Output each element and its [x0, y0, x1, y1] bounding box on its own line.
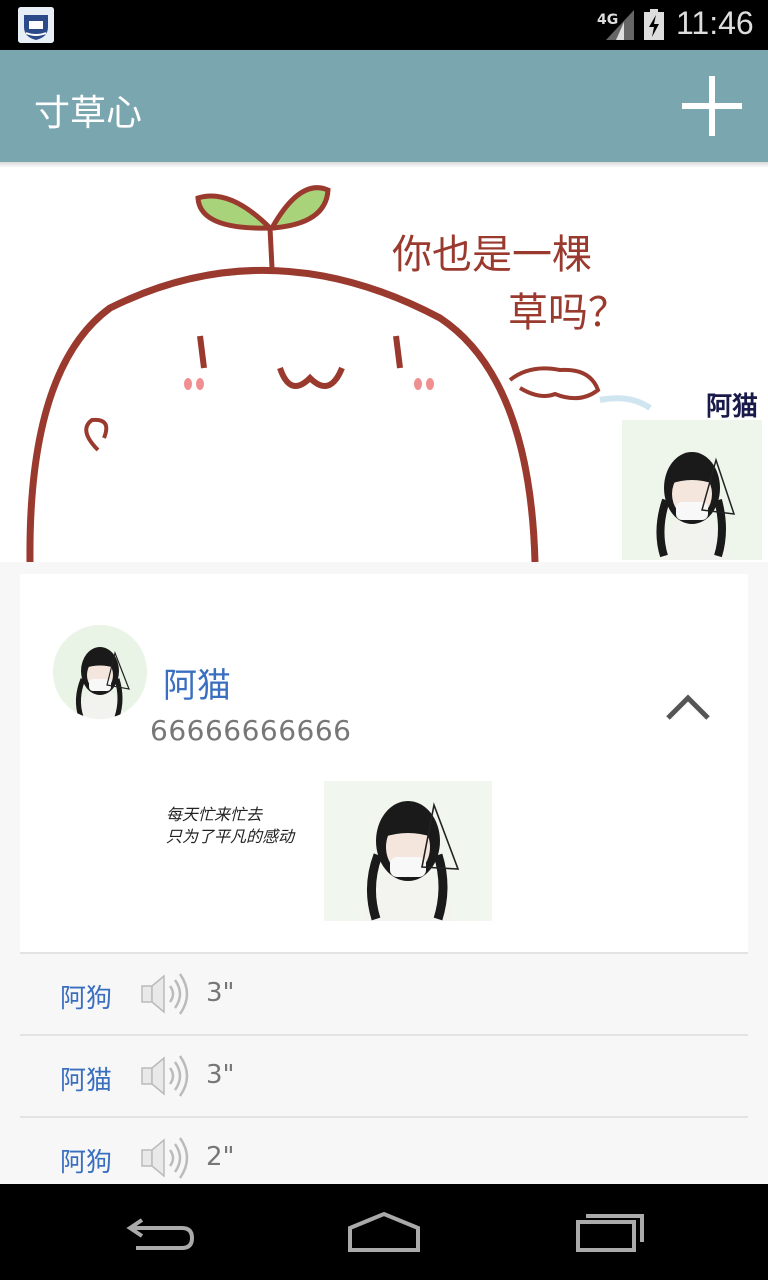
plus-icon[interactable]	[680, 76, 744, 136]
home-icon[interactable]	[344, 1208, 424, 1256]
voice-sender[interactable]: 阿狗	[60, 978, 112, 1015]
voice-duration: 2"	[206, 1142, 235, 1172]
app-bar: 寸草心	[0, 50, 768, 162]
speaker-icon[interactable]	[140, 968, 192, 1020]
voice-duration: 3"	[206, 1060, 235, 1090]
app-logo-icon	[18, 7, 54, 43]
post-image-handwriting[interactable]: 每天忙来忙去 只为了平凡的感动	[150, 780, 300, 920]
cover-avatar[interactable]	[622, 420, 762, 560]
page-title: 寸草心	[34, 93, 143, 134]
voice-message-row[interactable]: 阿狗 2"	[20, 1116, 748, 1184]
chevron-up-icon[interactable]	[664, 692, 712, 722]
voice-sender[interactable]: 阿狗	[60, 1142, 112, 1179]
post-text: 66666666666	[150, 714, 352, 747]
signal-icon	[606, 10, 634, 40]
voice-message-row[interactable]: 阿猫 3"	[20, 1034, 748, 1114]
post-image-photo[interactable]	[324, 781, 492, 921]
voice-duration: 3"	[206, 978, 235, 1008]
speaker-icon[interactable]	[140, 1132, 192, 1184]
system-nav-bar	[0, 1184, 768, 1280]
speech-text-line1: 你也是一棵	[392, 232, 592, 278]
handwriting-line1: 每天忙来忙去	[166, 805, 263, 824]
feed: 阿猫 66666666666 每天忙来忙去 只为了平凡的感动 阿狗 3" 阿猫 …	[0, 562, 768, 1184]
status-time: 11:46	[676, 5, 754, 41]
back-icon[interactable]	[122, 1208, 202, 1256]
voice-message-row[interactable]: 阿狗 3"	[20, 952, 748, 1032]
cover-image: 你也是一棵 草吗？ 阿猫	[0, 168, 768, 562]
speaker-icon[interactable]	[140, 1050, 192, 1102]
recents-icon[interactable]	[572, 1208, 652, 1256]
post-author[interactable]: 阿猫	[163, 658, 231, 707]
status-bar: 4G 11:46	[0, 0, 768, 50]
voice-sender[interactable]: 阿猫	[60, 1060, 112, 1097]
cover-user-name: 阿猫	[705, 392, 758, 422]
speech-text-line2: 草吗？	[508, 290, 628, 336]
battery-charging-icon	[644, 9, 664, 40]
handwriting-line2: 只为了平凡的感动	[166, 827, 295, 846]
post-card: 阿猫 66666666666 每天忙来忙去 只为了平凡的感动	[20, 574, 748, 952]
avatar[interactable]	[53, 625, 147, 719]
